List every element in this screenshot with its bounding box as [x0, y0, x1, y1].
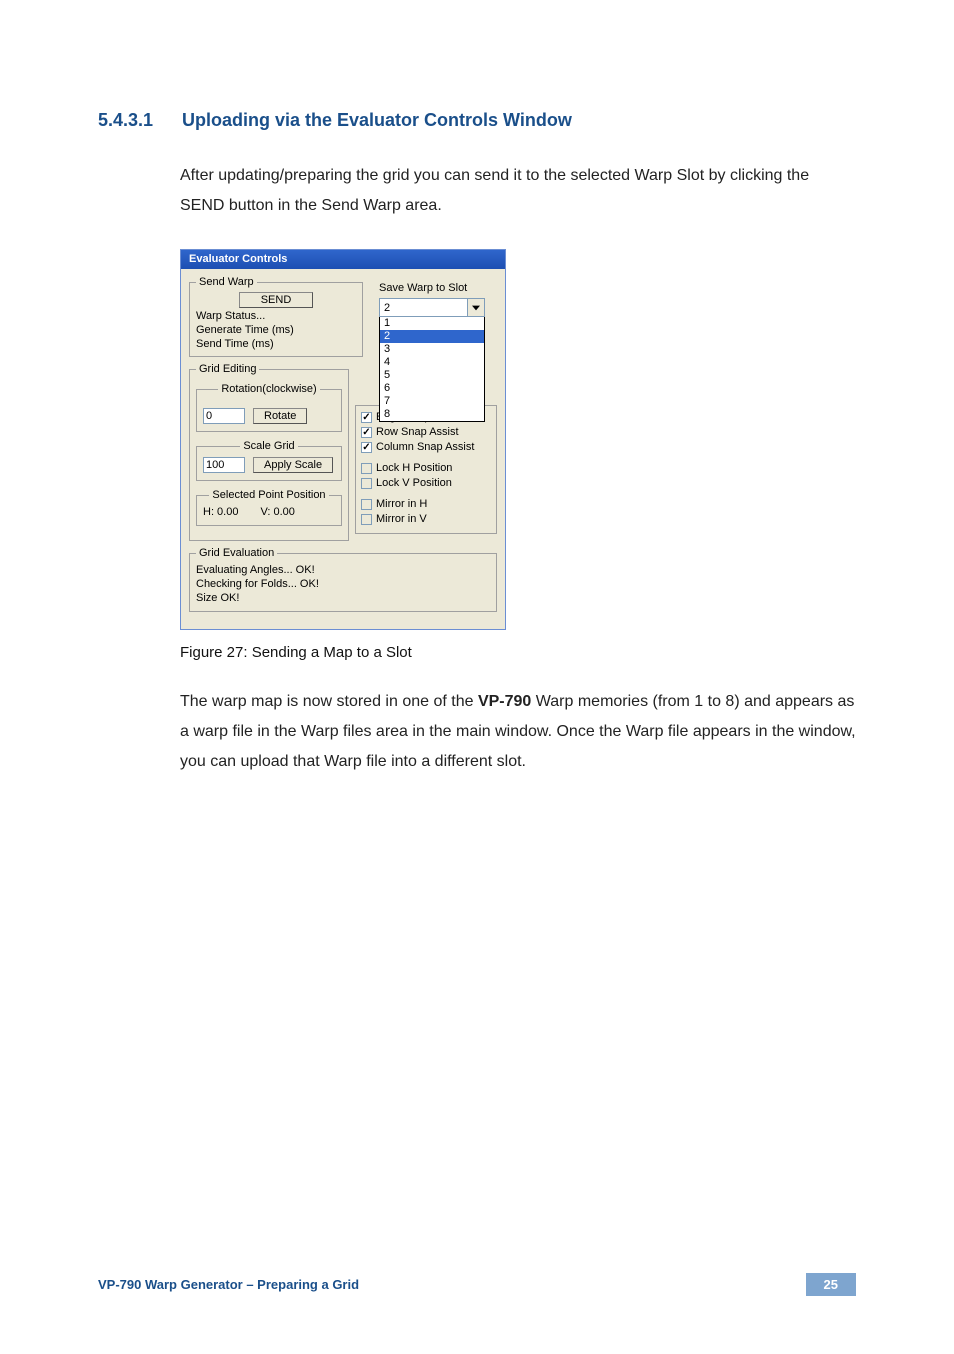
slot-option-2[interactable]: 2 — [380, 330, 484, 343]
rotation-legend: Rotation(clockwise) — [218, 383, 319, 395]
warp-status-label: Warp Status... — [196, 310, 356, 322]
col-snap-row[interactable]: ✓ Column Snap Assist — [361, 440, 491, 455]
rotation-group: Rotation(clockwise) Rotate — [196, 383, 342, 432]
selected-point-legend: Selected Point Position — [209, 489, 328, 501]
col-snap-label: Column Snap Assist — [376, 440, 474, 455]
lock-v-checkbox[interactable] — [361, 478, 372, 489]
grid-editing-group: Grid Editing Rotation(clockwise) Rotate … — [189, 363, 349, 541]
para2-pre: The warp map is now stored in one of the — [180, 693, 478, 710]
slot-option-5[interactable]: 5 — [380, 369, 484, 382]
page-footer: VP-790 Warp Generator – Preparing a Grid… — [98, 1273, 856, 1296]
lock-h-checkbox[interactable] — [361, 463, 372, 474]
after-figure-paragraph: The warp map is now stored in one of the… — [180, 687, 856, 777]
eval-line-1: Evaluating Angles... OK! — [196, 563, 490, 577]
mirror-v-row[interactable]: Mirror in V — [361, 512, 491, 527]
col-snap-checkbox[interactable]: ✓ — [361, 442, 372, 453]
edge-snap-checkbox[interactable]: ✓ — [361, 412, 372, 423]
grid-editing-legend: Grid Editing — [196, 363, 259, 375]
scale-grid-group: Scale Grid Apply Scale — [196, 440, 342, 481]
row-snap-checkbox[interactable]: ✓ — [361, 427, 372, 438]
slot-dropdown-list[interactable]: 1 2 3 4 5 6 7 8 — [379, 317, 485, 422]
generate-time-label: Generate Time (ms) — [196, 324, 356, 336]
send-warp-legend: Send Warp — [196, 276, 257, 288]
lock-h-row[interactable]: Lock H Position — [361, 461, 491, 476]
save-warp-to-slot-area: Save Warp to Slot 2 1 2 3 4 5 6 — [379, 282, 497, 422]
lock-v-row[interactable]: Lock V Position — [361, 476, 491, 491]
row-snap-row[interactable]: ✓ Row Snap Assist — [361, 425, 491, 440]
eval-line-3: Size OK! — [196, 591, 490, 605]
slot-combobox[interactable]: 2 — [379, 298, 485, 317]
selected-v-value: V: 0.00 — [260, 506, 294, 518]
intro-paragraph: After updating/preparing the grid you ca… — [180, 161, 856, 221]
mirror-h-label: Mirror in H — [376, 497, 427, 512]
section-title: Uploading via the Evaluator Controls Win… — [182, 110, 572, 131]
snap-assist-options: ✓ Edge Snap Assist ✓ Row Snap Assist ✓ C… — [355, 405, 497, 534]
chevron-down-icon[interactable] — [467, 299, 484, 316]
slot-option-4[interactable]: 4 — [380, 356, 484, 369]
mirror-v-checkbox[interactable] — [361, 514, 372, 525]
scale-input[interactable] — [203, 457, 245, 473]
slot-option-1[interactable]: 1 — [380, 317, 484, 330]
footer-left-text: VP-790 Warp Generator – Preparing a Grid — [98, 1277, 359, 1292]
rotate-button[interactable]: Rotate — [253, 408, 307, 424]
scale-grid-legend: Scale Grid — [240, 440, 297, 452]
grid-evaluation-group: Grid Evaluation Evaluating Angles... OK!… — [189, 547, 497, 612]
send-time-label: Send Time (ms) — [196, 338, 356, 350]
slot-option-8[interactable]: 8 — [380, 408, 484, 421]
window-title: Evaluator Controls — [189, 253, 287, 265]
slot-option-7[interactable]: 7 — [380, 395, 484, 408]
section-heading: 5.4.3.1 Uploading via the Evaluator Cont… — [98, 110, 856, 131]
window-titlebar[interactable]: Evaluator Controls — [181, 250, 505, 269]
para2-bold: VP-790 — [478, 693, 531, 710]
apply-scale-button[interactable]: Apply Scale — [253, 457, 333, 473]
mirror-h-checkbox[interactable] — [361, 499, 372, 510]
figure-caption: Figure 27: Sending a Map to a Slot — [180, 644, 856, 661]
send-button[interactable]: SEND — [239, 292, 314, 308]
row-snap-label: Row Snap Assist — [376, 425, 459, 440]
eval-line-2: Checking for Folds... OK! — [196, 577, 490, 591]
selected-point-position-group: Selected Point Position H: 0.00 V: 0.00 — [196, 489, 342, 526]
slot-selected-value: 2 — [380, 302, 467, 314]
mirror-v-label: Mirror in V — [376, 512, 427, 527]
slot-option-6[interactable]: 6 — [380, 382, 484, 395]
mirror-h-row[interactable]: Mirror in H — [361, 497, 491, 512]
send-warp-group: Send Warp SEND Warp Status... Generate T… — [189, 276, 363, 357]
rotation-input[interactable] — [203, 408, 245, 424]
slot-option-3[interactable]: 3 — [380, 343, 484, 356]
lock-h-label: Lock H Position — [376, 461, 452, 476]
lock-v-label: Lock V Position — [376, 476, 452, 491]
selected-h-value: H: 0.00 — [203, 506, 238, 518]
footer-page-number: 25 — [806, 1273, 856, 1296]
grid-evaluation-legend: Grid Evaluation — [196, 547, 277, 559]
section-number: 5.4.3.1 — [98, 110, 164, 131]
save-warp-label: Save Warp to Slot — [379, 282, 497, 294]
evaluator-controls-window: Evaluator Controls Save Warp to Slot 2 1… — [180, 249, 506, 630]
